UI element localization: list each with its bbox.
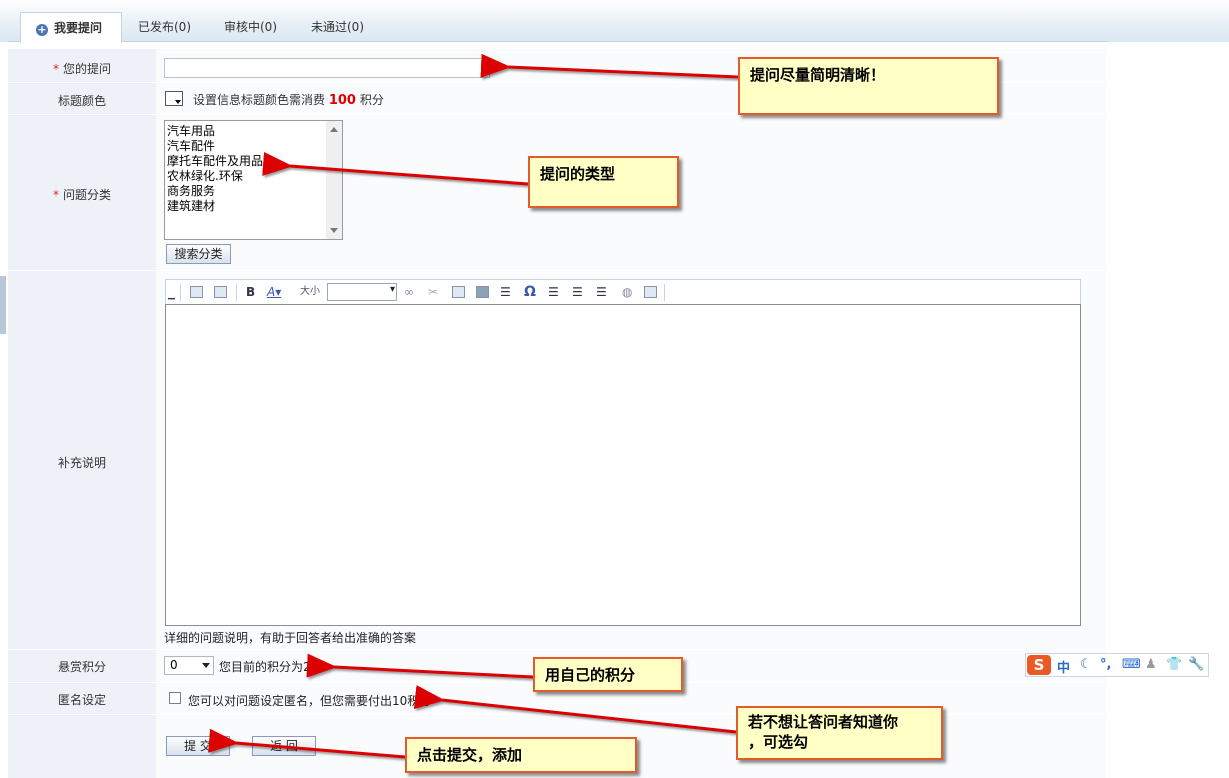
- search-category-button[interactable]: 搜索分类: [166, 244, 231, 264]
- category-listbox[interactable]: 汽车用品 汽车配件 摩托车配件及用品 农林绿化.环保 商务服务 建筑建材: [164, 120, 343, 240]
- title-color-info: 设置信息标题颜色需消费 100 积分: [193, 91, 384, 108]
- attachment-icon[interactable]: ◍: [622, 285, 632, 299]
- tab-under-review[interactable]: 审核中(0): [224, 12, 277, 41]
- category-option[interactable]: 汽车配件: [167, 139, 215, 154]
- listbox-scrollbar[interactable]: [326, 121, 342, 239]
- title-color-text-post: 积分: [359, 93, 384, 107]
- category-option[interactable]: 摩托车配件及用品: [167, 154, 263, 169]
- submit-button[interactable]: 提 交: [166, 736, 230, 756]
- ime-logo-icon[interactable]: S: [1027, 655, 1051, 675]
- required-mark: *: [52, 62, 59, 76]
- user-icon[interactable]: ♟: [1145, 657, 1157, 672]
- font-size-label: 大小: [300, 286, 320, 297]
- plus-circle-icon: +: [36, 23, 48, 36]
- list-icon[interactable]: ☰: [500, 285, 511, 299]
- tab-ask-question[interactable]: + 我要提问: [20, 12, 122, 43]
- reward-select[interactable]: 0: [164, 656, 214, 675]
- image-icon[interactable]: [452, 286, 465, 298]
- tab-bar-divider: [8, 41, 1108, 42]
- chevron-down-icon: [202, 663, 210, 668]
- callout-question-tip: 提问尽量简明清晰！: [738, 57, 999, 115]
- reward-label: 悬赏积分: [57, 660, 106, 674]
- special-char-icon[interactable]: Ω: [524, 285, 536, 299]
- back-button[interactable]: 返 回: [252, 736, 316, 756]
- scroll-up-icon[interactable]: [330, 127, 338, 132]
- editor-textarea[interactable]: [165, 304, 1081, 626]
- font-size-select[interactable]: [327, 283, 397, 301]
- ime-toolbar[interactable]: S 中 ☾ °, ⌨ ♟ 👕 🔧: [1025, 653, 1209, 677]
- category-label: 问题分类: [62, 188, 111, 202]
- anonymous-label: 匿名设定: [57, 693, 106, 707]
- question-input[interactable]: [164, 58, 490, 78]
- keyboard-icon[interactable]: ⌨: [1122, 657, 1141, 672]
- category-option[interactable]: 农林绿化.环保: [167, 169, 243, 184]
- supplement-label: 补充说明: [57, 456, 106, 470]
- question-label-cell: * 您的提问: [8, 60, 156, 77]
- moon-icon[interactable]: ☾: [1080, 657, 1092, 672]
- side-collapse-handle[interactable]: [0, 276, 6, 334]
- callout-category-tip: 提问的类型: [528, 156, 679, 208]
- callout-anonymous-line1: 若不想让答问者知道你: [748, 713, 899, 731]
- bold-icon[interactable]: B: [246, 285, 255, 299]
- toolbar-separator: [236, 284, 237, 301]
- title-color-text-pre: 设置信息标题颜色需消费: [193, 93, 326, 107]
- category-label-cell: * 问题分类: [8, 186, 156, 203]
- wrench-icon[interactable]: 🔧: [1188, 657, 1204, 672]
- title-color-points: 100: [328, 93, 356, 108]
- reward-value: 0: [170, 658, 178, 672]
- toolbar-separator: [664, 284, 665, 301]
- anonymous-checkbox[interactable]: [169, 692, 181, 704]
- skin-icon[interactable]: 👕: [1166, 657, 1182, 672]
- anonymous-text: 您可以对问题设定匿名，但您需要付出10积分: [188, 694, 432, 708]
- tab-published[interactable]: 已发布(0): [138, 12, 191, 41]
- ime-mode-indicator[interactable]: 中: [1057, 657, 1070, 676]
- link-icon[interactable]: ∞: [404, 285, 414, 299]
- callout-anonymous-line2: ，可选勾: [748, 733, 809, 751]
- editor-hint: 详细的问题说明，有助于回答者给出准确的答案: [164, 631, 417, 645]
- reward-current-points: 您目前的积分为204: [219, 660, 326, 674]
- row-divider: [8, 270, 1106, 271]
- tab-label: 我要提问: [54, 21, 103, 35]
- align-center-icon[interactable]: ☰: [572, 285, 583, 299]
- category-option[interactable]: 建筑建材: [167, 199, 215, 214]
- unlink-icon[interactable]: ✂: [428, 285, 438, 299]
- required-mark: *: [52, 188, 59, 202]
- title-color-label: 标题颜色: [57, 94, 106, 108]
- align-right-icon[interactable]: ☰: [596, 285, 607, 299]
- editor-toolbar: ▁ B A▾ 大小 ∞ ✂ ☰ Ω ☰ ☰ ☰ ◍: [165, 279, 1081, 304]
- paste-icon[interactable]: [190, 286, 203, 298]
- tab-rejected[interactable]: 未通过(0): [311, 12, 364, 41]
- callout-submit-tip: 点击提交，添加: [405, 737, 637, 773]
- callout-reward-tip: 用自己的积分: [533, 657, 683, 692]
- question-label: 您的提问: [62, 62, 111, 76]
- row-divider: [8, 649, 1106, 650]
- toolbar-collapse-icon[interactable]: ▁: [168, 288, 175, 302]
- punctuation-icon[interactable]: °,: [1100, 657, 1111, 672]
- align-left-icon[interactable]: ☰: [548, 285, 559, 299]
- scroll-down-icon[interactable]: [330, 228, 338, 233]
- font-color-icon[interactable]: A▾: [267, 285, 281, 299]
- media-icon[interactable]: [476, 286, 489, 298]
- callout-anonymous-tip: 若不想让答问者知道你 ，可选勾: [736, 706, 943, 760]
- paste-word-icon[interactable]: [214, 286, 227, 298]
- category-option[interactable]: 商务服务: [167, 184, 215, 199]
- category-option[interactable]: 汽车用品: [167, 124, 215, 139]
- fullscreen-icon[interactable]: [644, 286, 657, 298]
- title-color-picker[interactable]: [165, 91, 183, 106]
- toolbar-separator: [180, 284, 181, 301]
